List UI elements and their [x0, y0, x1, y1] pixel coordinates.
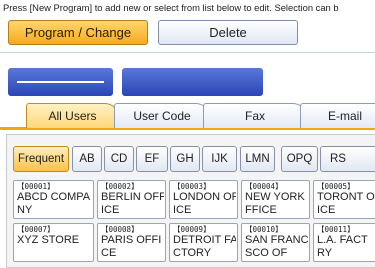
entry-number: 【00001】 — [17, 182, 55, 191]
entry-name: ABCD COMPA NY — [17, 191, 91, 216]
selection-indicator-2 — [122, 68, 263, 96]
entry-name: NEW YORK O FFICE — [245, 191, 308, 216]
entry-name: PARIS OFFI CE — [101, 234, 162, 259]
index-key-lmn[interactable]: LMN — [240, 146, 275, 172]
address-entry[interactable]: 【00010】 SAN FRANCI SCO OF — [241, 223, 310, 262]
tab-all-users[interactable]: All Users — [26, 103, 119, 128]
entry-number: 【00002】 — [101, 182, 139, 191]
entry-name: BERLIN OFF ICE — [101, 191, 164, 216]
entry-name: SAN FRANCI SCO OF — [245, 234, 308, 259]
index-key-cd[interactable]: CD — [104, 146, 134, 172]
indicator-line — [17, 81, 104, 83]
address-entry[interactable]: 【00003】 LONDON OFF ICE — [169, 180, 238, 219]
entry-number: 【00010】 — [245, 225, 283, 234]
divider — [0, 52, 375, 53]
index-key-opq[interactable]: OPQ — [281, 146, 318, 172]
index-key-ef[interactable]: EF — [136, 146, 168, 172]
entry-number: 【00005】 — [317, 182, 355, 191]
entry-number: 【00008】 — [101, 225, 139, 234]
index-key-ab[interactable]: AB — [72, 146, 102, 172]
tab-user-code[interactable]: User Code — [114, 103, 210, 128]
entry-name: LONDON OFF ICE — [173, 191, 236, 216]
index-key-rs[interactable]: RS — [320, 146, 375, 172]
entry-number: 【00007】 — [17, 225, 55, 234]
entry-name: XYZ STORE — [17, 234, 80, 246]
tab-fax[interactable]: Fax — [203, 103, 307, 128]
address-entry[interactable]: 【00001】 ABCD COMPA NY — [13, 180, 94, 219]
entry-number: 【00004】 — [245, 182, 283, 191]
delete-button[interactable]: Delete — [158, 20, 298, 45]
address-entry[interactable]: 【00008】 PARIS OFFI CE — [97, 223, 166, 262]
index-key-gh[interactable]: GH — [170, 146, 200, 172]
address-entry[interactable]: 【00011】 L.A. FACT RY — [313, 223, 375, 262]
index-key-frequent[interactable]: Frequent — [13, 146, 69, 172]
address-entry[interactable]: 【00005】 TORONT OF ICE — [313, 180, 375, 219]
program-change-button[interactable]: Program / Change — [8, 20, 148, 45]
address-entry[interactable]: 【00009】 DETROIT FA CTORY — [169, 223, 238, 262]
entry-number: 【00009】 — [173, 225, 211, 234]
tab-email[interactable]: E-mail — [300, 103, 375, 128]
entry-name: L.A. FACT RY — [317, 234, 368, 259]
instruction-text: Press [New Program] to add new or select… — [3, 2, 339, 13]
index-key-ijk[interactable]: IJK — [202, 146, 237, 172]
entry-number: 【00003】 — [173, 182, 211, 191]
entry-number: 【00011】 — [317, 225, 355, 234]
address-entry[interactable]: 【00004】 NEW YORK O FFICE — [241, 180, 310, 219]
address-entry[interactable]: 【00007】 XYZ STORE — [13, 223, 94, 262]
entry-name: TORONT OF ICE — [317, 191, 375, 216]
entry-name: DETROIT FA CTORY — [173, 234, 236, 259]
address-entry[interactable]: 【00002】 BERLIN OFF ICE — [97, 180, 166, 219]
selection-indicator-1[interactable] — [8, 68, 113, 96]
